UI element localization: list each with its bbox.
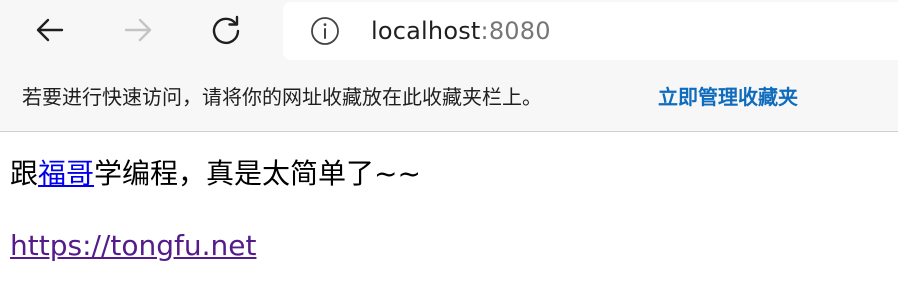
page-content: 跟福哥学编程，真是太简单了~~ https://tongfu.net: [0, 132, 898, 308]
intro-text: 跟福哥学编程，真是太简单了~~: [10, 154, 421, 194]
manage-favorites-link[interactable]: 立即管理收藏夹: [658, 82, 798, 112]
url-port: :8080: [480, 17, 551, 45]
tongfu-link[interactable]: https://tongfu.net: [10, 229, 256, 262]
arrow-right-icon: [124, 18, 152, 42]
url-host: localhost: [371, 17, 481, 45]
info-icon[interactable]: [310, 16, 340, 46]
browser-toolbar: localhost:8080: [0, 0, 898, 65]
refresh-icon: [212, 15, 240, 44]
favorites-hint: 若要进行快速访问，请将你的网址收藏放在此收藏夹栏上。: [22, 85, 542, 109]
intro-suffix: 学编程，真是太简单了~~: [94, 157, 421, 190]
back-button[interactable]: [28, 8, 72, 52]
fuge-link[interactable]: 福哥: [38, 157, 94, 190]
site-link-line: https://tongfu.net: [10, 226, 256, 266]
arrow-left-icon: [36, 18, 64, 42]
forward-button[interactable]: [116, 8, 160, 52]
url-text[interactable]: localhost:8080: [371, 15, 551, 47]
intro-prefix: 跟: [10, 157, 39, 190]
address-bar[interactable]: localhost:8080: [283, 2, 898, 60]
favorites-bar: 若要进行快速访问，请将你的网址收藏放在此收藏夹栏上。 立即管理收藏夹: [0, 65, 898, 132]
reload-button[interactable]: [204, 8, 248, 52]
